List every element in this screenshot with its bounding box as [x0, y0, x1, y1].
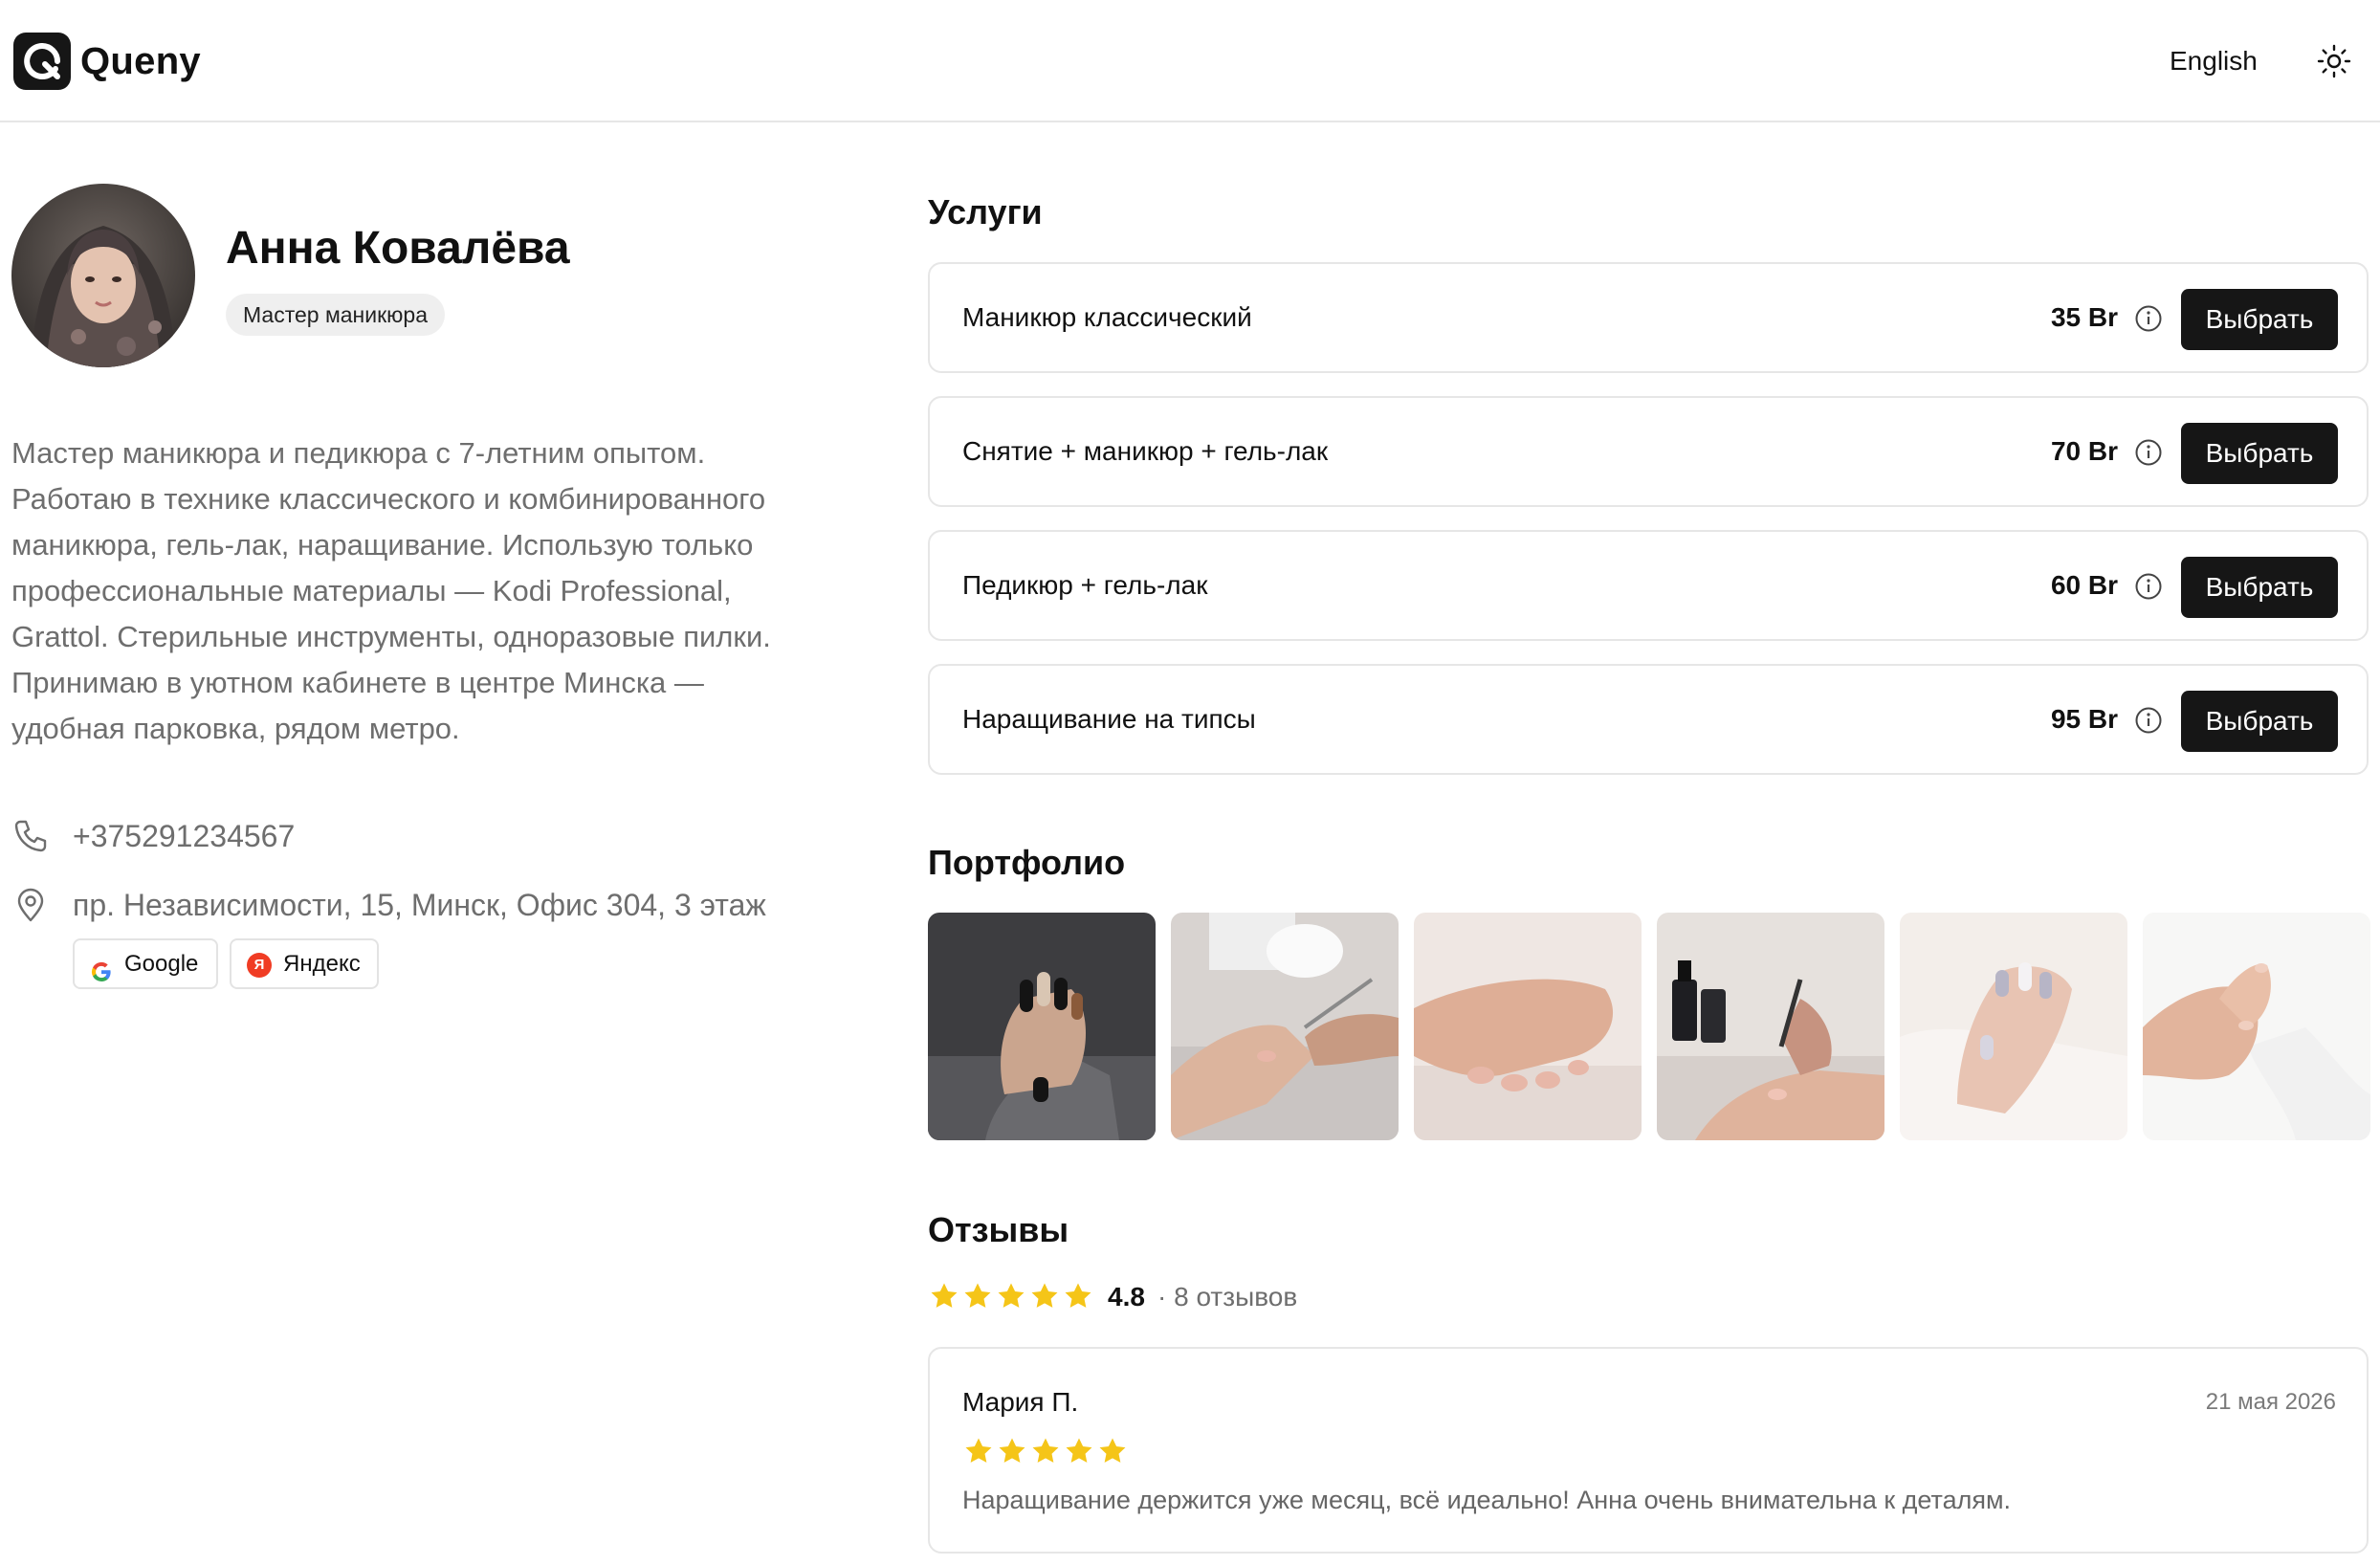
star-icon [995, 1280, 1027, 1312]
star-icon [1029, 1435, 1062, 1467]
service-name: Наращивание на типсы [962, 704, 1256, 734]
star-icon [1062, 1280, 1094, 1312]
bio-line: Grattol. Стерильные инструменты, однораз… [11, 620, 771, 653]
service-card: Педикюр + гель-лак 60 Br Выбрать [928, 530, 2369, 641]
bio-text: Мастер маникюра и педикюра с 7-летним оп… [11, 430, 853, 752]
service-card: Снятие + маникюр + гель-лак 70 Br Выбрат… [928, 396, 2369, 507]
service-name: Снятие + маникюр + гель-лак [962, 436, 1329, 466]
star-icon [996, 1435, 1028, 1467]
review-author: Мария П. [962, 1387, 1079, 1417]
review-card: Мария П. 21 мая 2026 Наращивание держитс… [928, 1347, 2369, 1554]
info-icon[interactable] [2134, 438, 2163, 467]
google-icon [90, 953, 113, 981]
portfolio-photo[interactable] [1414, 913, 1642, 1140]
yandex-maps-label: Яндекс [283, 951, 361, 977]
service-card: Маникюр классический 35 Br Выбрать [928, 262, 2369, 373]
portfolio-photo[interactable] [2143, 913, 2370, 1140]
review-date: 21 мая 2026 [2205, 1389, 2336, 1415]
google-maps-label: Google [124, 951, 199, 977]
yandex-icon: Я [247, 953, 272, 978]
star-icon [1063, 1435, 1095, 1467]
choose-service-button[interactable]: Выбрать [2181, 289, 2338, 350]
top-bar: Queny English [0, 0, 2380, 122]
bio-line: профессиональные материалы — Kodi Profes… [11, 574, 732, 607]
choose-service-button[interactable]: Выбрать [2181, 691, 2338, 752]
service-card: Наращивание на типсы 95 Br Выбрать [928, 664, 2369, 775]
service-price: 35 Br [2050, 302, 2118, 332]
reviews-count[interactable]: · 8 отзывов [1157, 1278, 1297, 1316]
bio-line: Принимаю в уютном кабинете в центре Минс… [11, 666, 704, 699]
google-maps-button[interactable]: Google [73, 938, 218, 989]
rating-value: 4.8 [1108, 1282, 1145, 1312]
service-price: 60 Br [2050, 570, 2118, 600]
reviews-title: Отзывы [928, 1210, 1069, 1249]
logo-icon[interactable] [13, 33, 71, 90]
service-name: Маникюр классический [962, 302, 1252, 332]
info-icon[interactable] [2134, 304, 2163, 333]
bio-line: удобная парковка, рядом метро. [11, 712, 460, 745]
brand-name[interactable]: Queny [80, 36, 201, 86]
star-icon [962, 1435, 995, 1467]
star-icon [928, 1280, 960, 1312]
address-text: пр. Независимости, 15, Минск, Офис 304, … [73, 888, 766, 922]
service-price: 95 Br [2050, 704, 2118, 734]
star-icon [1096, 1435, 1129, 1467]
role-badge: Мастер маникюра [226, 294, 446, 336]
star-icon [1028, 1280, 1061, 1312]
portfolio-photo[interactable] [928, 913, 1156, 1140]
yandex-maps-button[interactable]: Я Яндекс [230, 938, 379, 989]
theme-toggle-sun-icon[interactable] [2313, 40, 2355, 82]
portfolio-photo[interactable] [1171, 913, 1399, 1140]
choose-service-button[interactable]: Выбрать [2181, 423, 2338, 484]
choose-service-button[interactable]: Выбрать [2181, 557, 2338, 618]
bio-line: Работаю в технике классического и комбин… [11, 482, 766, 516]
info-icon[interactable] [2134, 706, 2163, 735]
services-title: Услуги [928, 192, 1043, 231]
portfolio-title: Портфолио [928, 843, 1126, 882]
service-name: Педикюр + гель-лак [962, 570, 1208, 600]
service-price: 70 Br [2050, 436, 2118, 466]
bio-line: маникюра, гель-лак, наращивание. Использ… [11, 528, 754, 562]
star-icon [961, 1280, 994, 1312]
phone-number[interactable]: +375291234567 [73, 815, 295, 857]
master-name: Анна Ковалёва [226, 223, 570, 274]
location-pin-icon [11, 886, 50, 924]
info-icon[interactable] [2134, 572, 2163, 601]
portfolio-photo[interactable] [1900, 913, 2127, 1140]
phone-icon [11, 817, 50, 855]
portfolio-photo[interactable] [1657, 913, 1884, 1140]
avatar [11, 184, 195, 367]
language-switcher[interactable]: English [2170, 42, 2258, 80]
bio-line: Мастер маникюра и педикюра с 7-летним оп… [11, 436, 706, 470]
review-text: Наращивание держится уже месяц, всё идеа… [962, 1486, 2012, 1514]
